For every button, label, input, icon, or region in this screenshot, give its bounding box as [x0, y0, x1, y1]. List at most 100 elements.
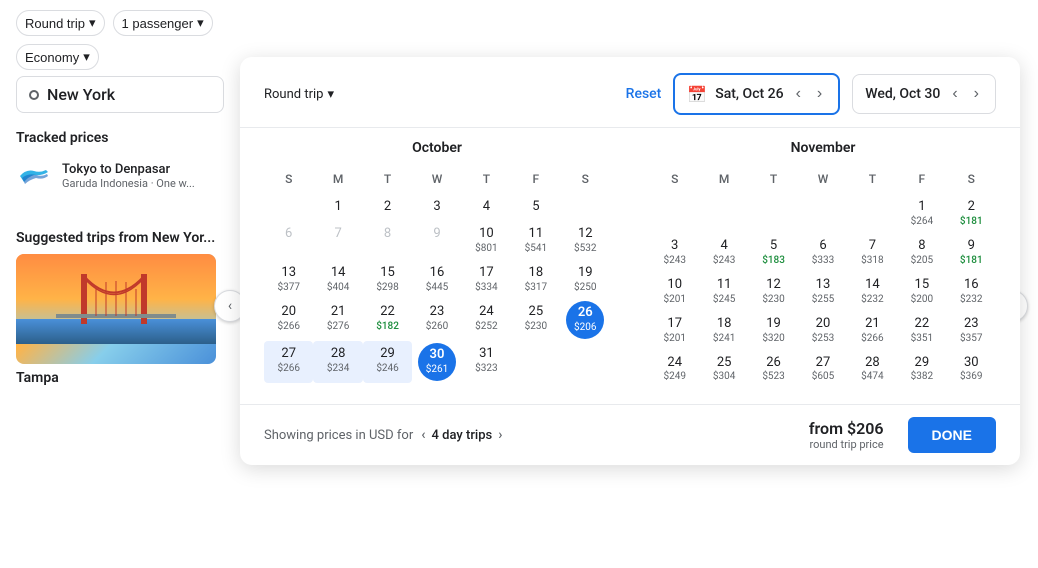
nov-30[interactable]: 30$369 [947, 350, 996, 389]
oct-19[interactable]: 19$250 [561, 260, 610, 299]
nov-19[interactable]: 19$320 [749, 311, 798, 350]
trip-card-sf[interactable] [16, 254, 216, 364]
trip-duration-label: 4 day trips [432, 428, 493, 443]
nov-e4 [798, 194, 847, 233]
price-amount: from $206 [809, 419, 884, 438]
oct-15[interactable]: 15$298 [363, 260, 412, 299]
nov-16[interactable]: 16$232 [947, 272, 996, 311]
oct-14[interactable]: 14$404 [313, 260, 362, 299]
end-date-input[interactable]: Wed, Oct 30 ‹ › [852, 74, 996, 114]
nov-4[interactable]: 4$243 [699, 233, 748, 272]
start-date-input[interactable]: 📅 Sat, Oct 26 ‹ › [673, 73, 840, 115]
oct-6[interactable]: 6 [264, 221, 313, 260]
nov-15[interactable]: 15$200 [897, 272, 946, 311]
round-trip-btn[interactable]: Round trip ▾ [16, 10, 105, 36]
tracked-item[interactable]: Tokyo to Denpasar Garuda Indonesia · One… [16, 154, 224, 198]
done-button[interactable]: DONE [908, 417, 996, 453]
nov-29[interactable]: 29$382 [897, 350, 946, 389]
oct-17[interactable]: 17$334 [462, 260, 511, 299]
nov-24[interactable]: 24$249 [650, 350, 699, 389]
oct-30[interactable]: 30 $261 [412, 341, 461, 383]
start-date-prev[interactable]: ‹ [792, 83, 805, 105]
trip-duration: ‹ 4 day trips › [421, 427, 502, 443]
dow-f1: F [511, 168, 560, 194]
nov-1[interactable]: 1$264 [897, 194, 946, 233]
showing-text: Showing prices in USD for [264, 428, 413, 443]
round-trip-selector-label: Round trip [264, 87, 323, 102]
nov-25[interactable]: 25$304 [699, 350, 748, 389]
origin-label: New York [47, 85, 115, 104]
nov-8[interactable]: 8$205 [897, 233, 946, 272]
passengers-label: 1 passenger [122, 16, 194, 31]
oct-26[interactable]: 26 $206 [561, 299, 610, 341]
oct-22[interactable]: 22$182 [363, 299, 412, 341]
oct-9[interactable]: 9 [412, 221, 461, 260]
oct-25[interactable]: 25$230 [511, 299, 560, 341]
nov-22[interactable]: 22$351 [897, 311, 946, 350]
oct-13[interactable]: 13$377 [264, 260, 313, 299]
oct-10[interactable]: 10$801 [462, 221, 511, 260]
oct-31[interactable]: 31$323 [462, 341, 511, 383]
nov-21[interactable]: 21$266 [848, 311, 897, 350]
nov-13[interactable]: 13$255 [798, 272, 847, 311]
oct-21[interactable]: 21$276 [313, 299, 362, 341]
oct-18[interactable]: 18$317 [511, 260, 560, 299]
nov-dow-s: S [650, 168, 699, 194]
nov-7[interactable]: 7$318 [848, 233, 897, 272]
start-date-next[interactable]: › [813, 83, 826, 105]
oct-3[interactable]: 3 [412, 194, 461, 221]
october-title: October [264, 140, 610, 156]
end-date-prev[interactable]: ‹ [948, 83, 961, 105]
trip-dur-next[interactable]: › [498, 427, 502, 443]
suggested-trips-title: Suggested trips from New Yor... [16, 230, 224, 246]
nov-28[interactable]: 28$474 [848, 350, 897, 389]
nov-2[interactable]: 2$181 [947, 194, 996, 233]
passengers-btn[interactable]: 1 passenger ▾ [113, 10, 213, 36]
nov-14[interactable]: 14$232 [848, 272, 897, 311]
oct-5[interactable]: 5 [511, 194, 560, 221]
oct-8[interactable]: 8 [363, 221, 412, 260]
oct-20[interactable]: 20$266 [264, 299, 313, 341]
oct-12[interactable]: 12$532 [561, 221, 610, 260]
nov-20[interactable]: 20$253 [798, 311, 847, 350]
oct-empty-2 [561, 194, 610, 221]
nov-26[interactable]: 26$523 [749, 350, 798, 389]
nov-e1 [650, 194, 699, 233]
oct-16[interactable]: 16$445 [412, 260, 461, 299]
oct-29[interactable]: 29$246 [363, 341, 412, 383]
oct-4[interactable]: 4 [462, 194, 511, 221]
nov-23[interactable]: 23$357 [947, 311, 996, 350]
start-date-value: Sat, Oct 26 [715, 86, 783, 102]
nov-17[interactable]: 17$201 [650, 311, 699, 350]
round-trip-selector[interactable]: Round trip ▾ [264, 87, 334, 102]
oct-2[interactable]: 2 [363, 194, 412, 221]
end-date-next[interactable]: › [970, 83, 983, 105]
nov-11[interactable]: 11$245 [699, 272, 748, 311]
oct-27[interactable]: 27$266 [264, 341, 313, 383]
end-date-value: Wed, Oct 30 [865, 86, 940, 102]
origin-row[interactable]: New York [16, 76, 224, 113]
oct-7[interactable]: 7 [313, 221, 362, 260]
november-title: November [650, 140, 996, 156]
nov-dow-w: W [798, 168, 847, 194]
nov-27[interactable]: 27$605 [798, 350, 847, 389]
tracked-route: Tokyo to Denpasar [62, 162, 195, 177]
oct-23[interactable]: 23$260 [412, 299, 461, 341]
nov-3[interactable]: 3$243 [650, 233, 699, 272]
oct-1[interactable]: 1 [313, 194, 362, 221]
nov-18[interactable]: 18$241 [699, 311, 748, 350]
class-chevron: ▾ [83, 49, 90, 65]
trip-dur-prev[interactable]: ‹ [421, 427, 425, 443]
nov-10[interactable]: 10$201 [650, 272, 699, 311]
reset-button[interactable]: Reset [626, 86, 662, 102]
nov-6[interactable]: 6$333 [798, 233, 847, 272]
nov-9[interactable]: 9$181 [947, 233, 996, 272]
nov-12[interactable]: 12$230 [749, 272, 798, 311]
nov-5[interactable]: 5$183 [749, 233, 798, 272]
oct-24[interactable]: 24$252 [462, 299, 511, 341]
oct-28[interactable]: 28$234 [313, 341, 362, 383]
oct-11[interactable]: 11$541 [511, 221, 560, 260]
dow-m1: M [313, 168, 362, 194]
nov-e3 [749, 194, 798, 233]
class-btn[interactable]: Economy ▾ [16, 44, 99, 70]
